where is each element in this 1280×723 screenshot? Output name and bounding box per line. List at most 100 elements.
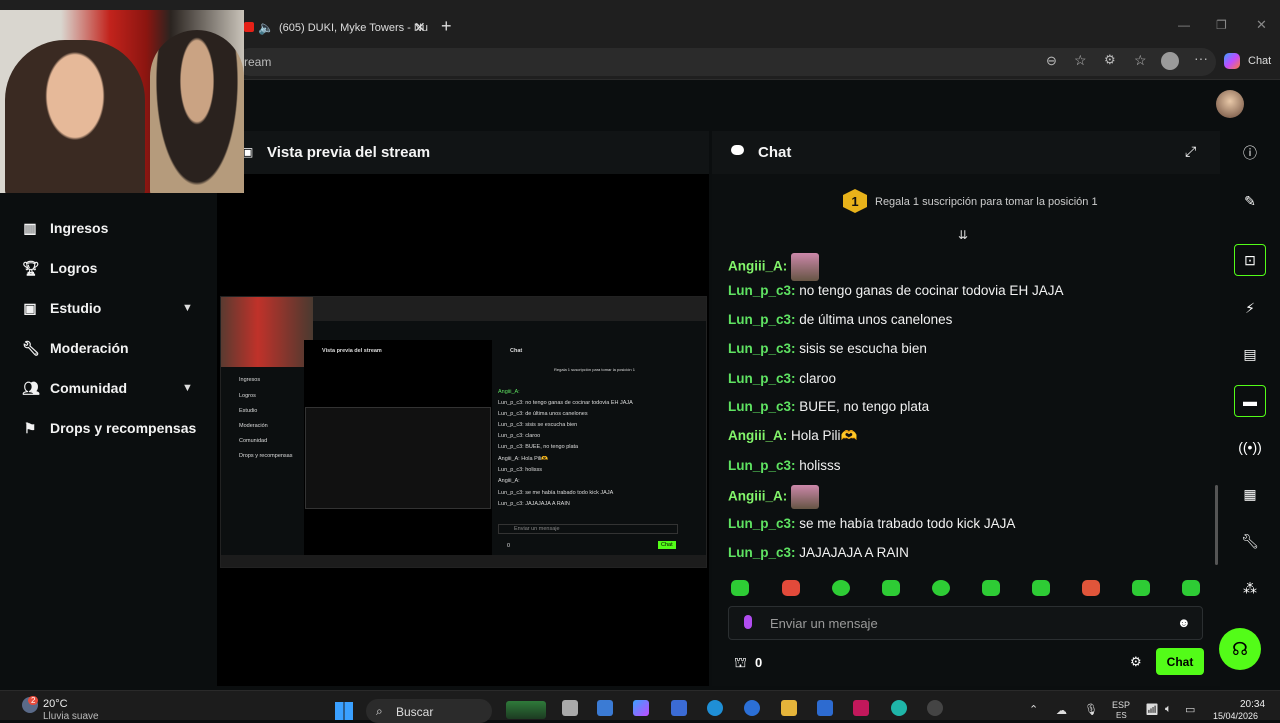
edit-pencil-icon[interactable]: ✎ [1236,187,1264,215]
tab-title[interactable]: (605) DUKI, Myke Towers - Nu [279,22,428,34]
store-icon[interactable] [597,700,613,716]
lang-label[interactable]: ESP [1112,700,1130,710]
sidebar-item-logros[interactable]: 🏆︎ Logros [22,253,97,283]
reader-icon[interactable]: ⊖ [1046,53,1057,69]
send-chat-button[interactable]: Chat [1156,648,1204,675]
sidebar-item-ingresos[interactable]: ▥ Ingresos [22,213,108,243]
emote-button[interactable] [1082,580,1100,596]
copilot-icon[interactable] [1224,53,1240,69]
more-menu-icon[interactable]: ··· [1194,50,1208,66]
document-icon[interactable]: ▤ [1236,340,1264,368]
new-tab-icon[interactable]: + [441,16,452,37]
start-windows-icon[interactable] [335,702,353,720]
emote-button[interactable] [1032,580,1050,596]
chevron-down-icon[interactable]: ▼ [182,302,193,314]
clock-time[interactable]: 20:34 [1240,699,1265,710]
volume-icon[interactable]: 🔈︎ [1165,703,1172,716]
popout-icon[interactable]: ⤢ [1185,143,1196,160]
wrench-icon: 🔧︎ [22,339,40,356]
emoji-icon[interactable]: ☻ [1177,615,1191,630]
obs-icon[interactable] [927,700,943,716]
photos-icon[interactable] [817,700,833,716]
nested-nav-3: Moderación [239,423,268,429]
sidebar-item-drops[interactable]: ⚑ Drops y recompensas [22,413,197,443]
sync-icon[interactable] [744,700,760,716]
nested-msg-0: Angiii_A: [498,389,520,395]
chat-input-placeholder[interactable]: Enviar un mensaje [770,616,878,631]
search-icon: ⌕ [376,704,383,718]
nested-webcam [221,297,313,367]
stream-preview-title: Vista previa del stream [267,144,431,161]
nested-msg-9: Lun_p_c3: se me había trabado todo kick … [498,490,614,496]
app-c-icon[interactable] [891,700,907,716]
extensions-icon[interactable]: ⚙ [1104,52,1116,68]
emote-button[interactable] [882,580,900,596]
layout-icon[interactable]: ▦ [1236,480,1264,508]
nested-nav-1: Logros [239,393,256,399]
nested-chat-title: Chat [510,348,523,354]
stream-preview-toggle-icon[interactable]: ⊡ [1234,244,1266,276]
chat-toggle-icon[interactable]: ▬ [1234,385,1266,417]
profile-avatar[interactable] [1161,52,1179,70]
minimize-icon[interactable]: — [1178,18,1190,32]
pinned-toggle-icon[interactable]: ⇊ [958,228,968,242]
mic-icon[interactable] [744,615,752,629]
emote-button[interactable] [782,580,800,596]
emote-button[interactable] [731,580,749,596]
person-right [150,30,244,193]
points-icon[interactable]: ⛫ [734,654,747,673]
access-icon[interactable] [853,700,869,716]
chat-scrollbar[interactable] [1215,485,1218,565]
chat-message: Lun_p_c3: claroo [728,371,837,386]
nested-nav-4: Comunidad [239,438,268,444]
taskbar-search-label[interactable]: Buscar [396,705,433,719]
chat-settings-icon[interactable]: ⚙ [1130,654,1142,670]
task-view-icon[interactable] [562,700,578,716]
address-text[interactable]: ream [244,55,271,69]
share-icon[interactable]: ⁂ [1236,574,1264,602]
file-explorer-icon[interactable] [781,700,797,716]
tray-chevron-icon[interactable]: ⌃ [1029,703,1038,716]
emote-button[interactable] [1182,580,1200,596]
speaker-icon[interactable]: 🔈 [258,20,274,36]
close-window-icon[interactable]: ✕ [1256,17,1267,33]
sidebar-item-moderacion[interactable]: 🔧︎ Moderación [22,333,129,363]
bar-chart-icon: ▥ [23,219,37,236]
chat-message: Angiii_A: [728,485,820,509]
gift-banner[interactable]: Regala 1 suscripción para tomar la posic… [875,196,1098,208]
lightning-icon[interactable]: ⚡︎ [1236,294,1264,322]
favorite-star-icon[interactable]: ☆ [1074,52,1087,69]
help-fab[interactable]: ☊ [1219,628,1261,670]
app-icon[interactable] [671,700,687,716]
stream-preview-video[interactable]: Vista previa del stream Ingresos Logros … [220,296,707,568]
onedrive-icon[interactable]: ☁ [1056,704,1067,717]
sidebar-item-estudio[interactable]: ▣ Estudio ▼ [22,293,202,323]
copilot-app-icon[interactable] [633,700,649,716]
nested-banner: Regala 1 suscripción para tomar la posic… [554,367,635,372]
chat-message: Angiii_A: Hola Pili🫶 [728,428,858,443]
mic-tray-icon[interactable]: 🎙︎ [1084,703,1098,716]
copilot-chat-label[interactable]: Chat [1248,55,1271,67]
address-field[interactable] [236,48,1216,76]
chevron-down-icon[interactable]: ▼ [182,382,193,394]
maximize-icon[interactable]: ❐ [1216,18,1227,32]
emote-button[interactable] [932,580,950,596]
tools-icon[interactable]: 🔧︎ [1236,527,1264,555]
info-icon[interactable]: ⓘ [1236,139,1264,167]
chat-message: Angiii_A: [728,253,820,281]
lang-sub-label[interactable]: ES [1116,711,1127,720]
emote-button[interactable] [1132,580,1150,596]
chat-message: Lun_p_c3: JAJAJAJA A RAIN [728,545,909,560]
emote-button[interactable] [982,580,1000,596]
close-tab-icon[interactable]: ✕ [414,19,426,36]
sidebar-item-comunidad[interactable]: 👥︎ Comunidad ▼ [22,373,202,403]
wifi-icon[interactable]: 📶︎ [1145,703,1159,716]
emote-button[interactable] [832,580,850,596]
battery-icon[interactable]: ▭ [1185,703,1195,716]
edge-icon[interactable] [707,700,723,716]
emote-image [791,485,820,509]
favorites-icon[interactable]: ☆ [1134,52,1147,69]
nested-taskbar [221,555,706,567]
broadcast-icon[interactable]: ((•)) [1236,433,1264,461]
user-avatar[interactable] [1216,90,1244,118]
